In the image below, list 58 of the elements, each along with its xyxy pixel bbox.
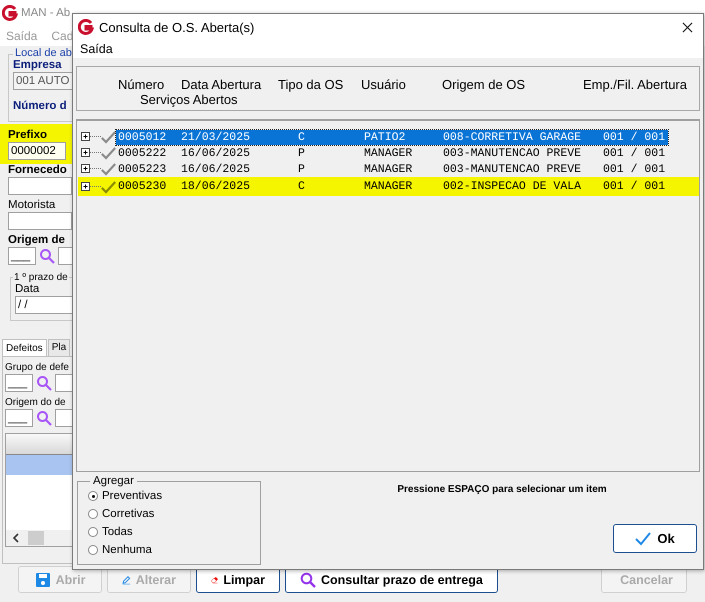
radio-option[interactable]: Todas: [88, 523, 260, 541]
input-field[interactable]: [8, 177, 72, 195]
logo-icon: [78, 19, 94, 35]
radio-option[interactable]: Corretivas: [88, 505, 260, 523]
expand-icon[interactable]: [81, 180, 101, 192]
save-icon: [34, 572, 51, 588]
column-header[interactable]: Usuário: [361, 77, 442, 92]
check-icon: [101, 130, 116, 144]
input-field[interactable]: [8, 212, 72, 230]
close-icon[interactable]: [682, 22, 693, 32]
check-icon: [635, 532, 652, 546]
expand-icon[interactable]: [81, 147, 101, 159]
input-field[interactable]: ___: [8, 247, 36, 265]
field-label: Prefixo: [8, 129, 47, 142]
list-row[interactable]: 0005012 21/03/2025 C PATIO2 008-CORRETIVA GARAGE 001 / 001: [116, 130, 668, 144]
scroll-thumb[interactable]: [28, 531, 44, 545]
tab[interactable]: Defeitos: [2, 339, 47, 356]
radio-option[interactable]: Nenhuma: [88, 541, 260, 559]
group-title: Local de ab: [13, 47, 74, 59]
tab[interactable]: Pla: [48, 339, 70, 356]
check-icon: [101, 180, 116, 194]
field-label: Origem do de: [5, 396, 66, 409]
column-header[interactable]: Serviços Abertos: [140, 92, 238, 107]
search-icon[interactable]: [39, 248, 55, 264]
column-header[interactable]: Número: [118, 77, 181, 92]
list-row[interactable]: 0005223 16/06/2025 P MANAGER 003-MANUTENCAO PREVE 001 / 001: [116, 162, 668, 176]
field-label: Grupo de defe: [5, 361, 69, 374]
group-title: 1 º prazo de: [13, 272, 69, 283]
menu-item[interactable]: Saída: [80, 42, 113, 56]
input-field[interactable]: ___: [5, 374, 33, 392]
field-label: Data: [15, 283, 40, 296]
group-title: Agregar: [90, 475, 137, 487]
hint-text: Pressione ESPAÇO para selecionar um item: [397, 484, 607, 495]
input-field[interactable]: ___: [5, 409, 33, 427]
column-header[interactable]: Emp./Fil. Abertura: [578, 77, 699, 92]
scroll-left-icon[interactable]: [12, 533, 20, 543]
search-icon: [300, 572, 316, 588]
expand-icon[interactable]: [81, 131, 101, 143]
window-title: Consulta de O.S. Aberta(s): [99, 20, 256, 34]
field-label: Número d: [13, 100, 67, 113]
column-header[interactable]: Origem de OS: [442, 77, 578, 92]
logo-icon: [2, 5, 18, 21]
ok-button[interactable]: Ok: [613, 524, 697, 553]
column-header[interactable]: Data Abertura: [181, 77, 278, 92]
check-icon: [101, 162, 116, 176]
window-title: MAN - Ab: [21, 7, 70, 19]
expand-icon[interactable]: [81, 163, 101, 175]
field-label: Fornecedo: [8, 164, 67, 177]
input-field[interactable]: 0000002: [8, 142, 66, 160]
search-icon[interactable]: [36, 410, 52, 426]
check-icon: [101, 146, 116, 160]
radio-option[interactable]: Preventivas: [88, 487, 260, 505]
field-label: Motorista: [8, 199, 56, 212]
list-row[interactable]: 0005222 16/06/2025 P MANAGER 003-MANUTENCAO PREVE 001 / 001: [116, 146, 668, 160]
field-label: Empresa: [13, 59, 62, 72]
search-icon[interactable]: [36, 375, 52, 391]
column-header[interactable]: Tipo da OS: [278, 77, 361, 92]
field-label: Origem de: [8, 234, 65, 247]
